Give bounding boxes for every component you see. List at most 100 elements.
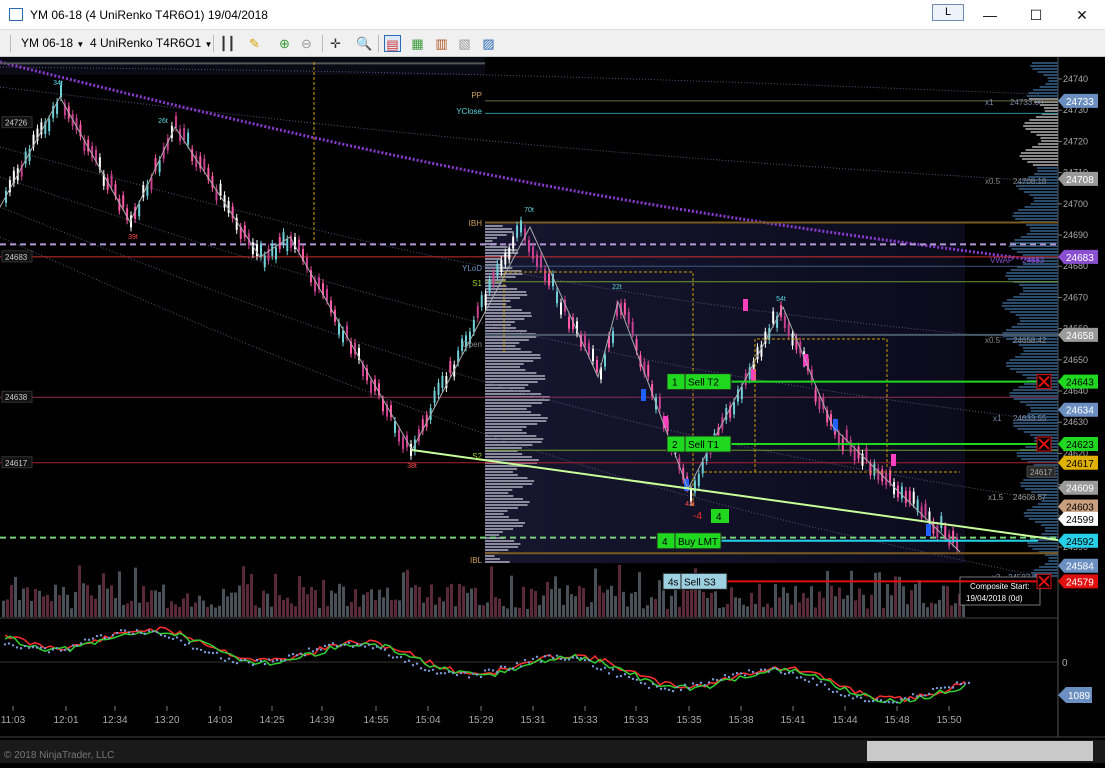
volume-bar — [286, 597, 289, 617]
drawing-tool-pencil-icon[interactable]: ✎ — [246, 35, 263, 52]
volume-bar — [934, 603, 937, 617]
indicator-panel — [0, 626, 1058, 704]
profile-bar — [485, 408, 527, 410]
volume-bar — [654, 599, 657, 617]
indicator-dot — [831, 690, 835, 694]
composite-profile-bar — [1019, 284, 1058, 286]
chart-canvas[interactable]: PP YClose IBH YLoD S1 Open S2 IBL x1 247… — [0, 57, 1105, 763]
volume-bar — [502, 605, 505, 617]
indicator-dot — [207, 651, 211, 654]
crosshair-icon[interactable]: ✛ — [327, 35, 344, 52]
candle-body — [326, 288, 328, 301]
volume-bar — [306, 594, 309, 617]
indicator-dot — [55, 647, 59, 650]
templates-icon[interactable]: ▧ — [456, 35, 473, 52]
indicator-dot — [515, 662, 519, 665]
composite-profile-bar — [1036, 134, 1058, 136]
time-tick-label: 15:35 — [676, 715, 701, 726]
minimize-button[interactable]: — — [967, 0, 1013, 30]
indicator-dot — [775, 667, 779, 671]
volume-bar — [26, 587, 29, 617]
indicator-dot — [203, 650, 207, 654]
candle-body — [402, 437, 404, 450]
indicator-dot — [891, 701, 895, 704]
volume-bar — [6, 599, 9, 617]
indicator-dot — [827, 688, 831, 691]
volume-bar — [906, 604, 909, 617]
volume-bar — [366, 592, 369, 617]
candle-body — [596, 359, 598, 372]
composite-profile-bar — [1044, 554, 1058, 556]
instrument-selector[interactable]: YM 06-18 ▼ — [21, 36, 84, 50]
interval-selector[interactable]: 4 UniRenko T4R6O1 ▼ — [90, 36, 212, 50]
composite-profile-bar — [1023, 479, 1058, 481]
composite-profile-bar — [1033, 89, 1058, 91]
indicator-dot — [179, 639, 183, 642]
order-label: Sell T1 — [688, 440, 719, 451]
indicator-dot — [647, 686, 651, 690]
indicator-dot — [875, 698, 879, 701]
volume-bar — [686, 590, 689, 617]
profile-bar — [485, 384, 529, 386]
profile-bar — [485, 471, 513, 473]
volume-bar — [486, 602, 489, 617]
profile-bar — [485, 420, 547, 422]
composite-profile-bar — [1029, 227, 1058, 229]
composite-profile-bar — [1022, 287, 1058, 289]
composite-profile-bar — [1020, 482, 1058, 484]
composite-profile-bar — [1019, 401, 1058, 403]
composite-profile-bar — [1037, 503, 1058, 505]
profile-bar — [485, 228, 513, 230]
indicator-dot — [263, 662, 267, 666]
composite-profile-bar — [1023, 350, 1058, 352]
indicator-dot — [299, 652, 303, 655]
composite-profile-bar — [1022, 347, 1058, 349]
bar-type-icon[interactable]: ┃┃ — [219, 35, 236, 52]
order-label: Sell T2 — [688, 378, 719, 389]
indicator-dot — [787, 671, 791, 675]
composite-profile-bar — [1015, 356, 1058, 358]
chart-app-icon — [9, 8, 23, 21]
link-button[interactable]: L — [932, 4, 964, 21]
scrollbar-thumb[interactable] — [867, 741, 1093, 761]
volume-bar — [98, 584, 101, 617]
profile-bar — [485, 504, 528, 506]
chart-area[interactable]: PP YClose IBH YLoD S1 Open S2 IBL x1 247… — [0, 57, 1105, 763]
volume-bar — [222, 588, 225, 617]
maximize-button[interactable]: ☐ — [1013, 0, 1059, 30]
volume-bar — [574, 596, 577, 617]
toolbar-grip — [10, 35, 11, 52]
volume-bar — [418, 586, 421, 617]
candle-body — [924, 503, 927, 516]
volume-bar — [782, 587, 785, 617]
price-marker-label: 24623 — [1066, 440, 1094, 451]
indicator-dot — [795, 676, 799, 679]
indicators-icon[interactable]: ▥ — [433, 35, 450, 52]
composite-profile-bar — [1013, 296, 1058, 298]
zoom-out-icon[interactable]: ⊖ — [298, 35, 315, 52]
volume-bar — [550, 589, 553, 617]
indicator-dot — [479, 675, 483, 679]
candle-body — [647, 364, 650, 377]
volume-bar — [698, 585, 701, 617]
candle-body — [433, 390, 436, 403]
indicator-dot — [511, 667, 515, 670]
volume-bar — [706, 597, 709, 617]
search-zoom-icon[interactable]: 🔍 — [356, 35, 373, 52]
chart-trader-icon[interactable]: ▤ — [384, 35, 401, 52]
volume-bar — [750, 592, 753, 617]
composite-profile-bar — [1044, 563, 1058, 565]
volume-bar — [870, 594, 873, 617]
indicator-dot — [131, 632, 135, 636]
profile-bar — [485, 546, 519, 548]
close-button[interactable]: ✕ — [1059, 0, 1105, 30]
volume-bar — [266, 593, 269, 617]
properties-icon[interactable]: ▨ — [480, 35, 497, 52]
indicator-dot — [455, 673, 459, 677]
composite-profile-bar — [1026, 224, 1058, 226]
zoom-in-icon[interactable]: ⊕ — [276, 35, 293, 52]
indicator-dot — [519, 665, 523, 668]
strategies-icon[interactable]: ▦ — [409, 35, 426, 52]
composite-profile-bar — [1033, 569, 1058, 571]
volume-bar — [18, 599, 21, 617]
